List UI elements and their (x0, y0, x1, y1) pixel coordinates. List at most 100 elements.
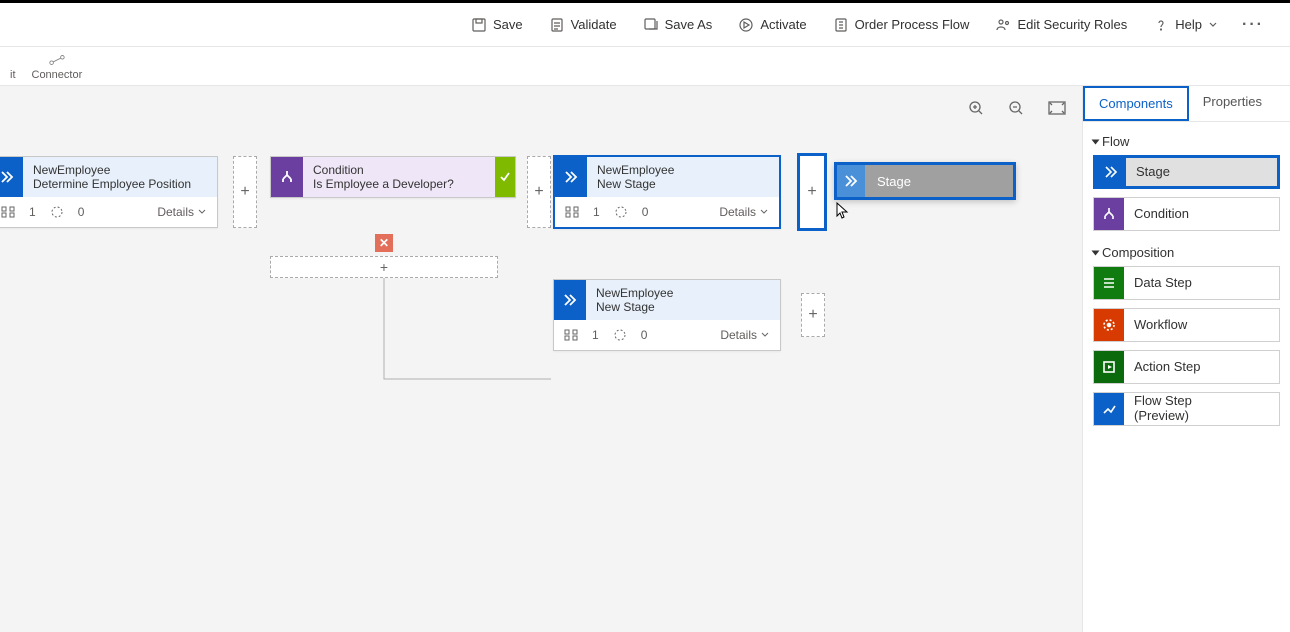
connector-line (383, 274, 553, 384)
more-button[interactable]: ··· (1232, 10, 1274, 40)
component-flow-step[interactable]: Flow Step (Preview) (1093, 392, 1280, 426)
section-flow[interactable]: Flow (1093, 128, 1280, 155)
secondary-ribbon: it Connector (0, 47, 1290, 86)
activate-button[interactable]: Activate (726, 11, 818, 39)
help-label: Help (1175, 17, 1202, 32)
flow-icon (1101, 401, 1117, 417)
validate-icon (549, 17, 565, 33)
stage-name: Determine Employee Position (33, 177, 207, 191)
condition-card[interactable]: Condition Is Employee a Developer? (270, 156, 516, 198)
zoom-in-button[interactable] (968, 100, 984, 116)
stage-card-2[interactable]: NewEmployee New Stage 1 0 Details (553, 155, 781, 229)
roles-icon (995, 17, 1011, 33)
details-toggle[interactable]: Details (720, 328, 770, 342)
entity-name: NewEmployee (33, 163, 207, 177)
design-canvas[interactable]: NewEmployee Determine Employee Position … (0, 86, 1082, 632)
drop-slot[interactable]: + (233, 156, 257, 228)
validate-label: Validate (571, 17, 617, 32)
save-button[interactable]: Save (459, 11, 535, 39)
edit-security-roles-button[interactable]: Edit Security Roles (983, 11, 1139, 39)
stage-icon-box (554, 280, 586, 320)
step-count: 1 (29, 205, 36, 219)
chevron-down-icon (1208, 17, 1218, 33)
drop-slot[interactable]: + (801, 293, 825, 337)
details-toggle[interactable]: Details (719, 205, 769, 219)
required-icon (613, 329, 627, 341)
save-icon (471, 17, 487, 33)
section-composition[interactable]: Composition (1093, 239, 1280, 266)
steps-icon (564, 329, 578, 341)
component-action-step[interactable]: Action Step (1093, 350, 1280, 384)
help-button[interactable]: Help (1141, 11, 1230, 39)
component-workflow[interactable]: Workflow (1093, 308, 1280, 342)
false-branch-badge: ✕ (375, 234, 393, 252)
ribbon-cut-label: it (10, 69, 16, 81)
stage-card-3[interactable]: NewEmployee New Stage 1 0 Details (553, 279, 781, 351)
command-bar: Save Validate Save As Activate Order Pro… (0, 3, 1290, 47)
stage-chevron-icon (843, 173, 859, 189)
ribbon-cut-truncated[interactable]: it (2, 69, 24, 85)
component-label: Data Step (1124, 276, 1192, 291)
required-count: 0 (642, 205, 649, 219)
drop-slot-horizontal[interactable]: + (270, 256, 498, 278)
check-icon (499, 169, 511, 185)
steps-icon (565, 206, 579, 218)
help-icon (1153, 17, 1169, 33)
drop-slot[interactable]: + (527, 156, 551, 228)
save-as-button[interactable]: Save As (631, 11, 725, 39)
ribbon-connector-label: Connector (32, 69, 83, 81)
stage-icon-box (555, 157, 587, 197)
details-label: Details (719, 205, 756, 219)
ribbon-connector[interactable]: Connector (24, 53, 91, 85)
details-toggle[interactable]: Details (157, 205, 207, 219)
stage-chevron-icon (0, 169, 15, 185)
save-label: Save (493, 17, 523, 32)
step-count: 1 (593, 205, 600, 219)
component-stage[interactable]: Stage (1093, 155, 1280, 189)
steps-icon (1, 206, 15, 218)
condition-title: Condition (313, 163, 485, 177)
stage-name: New Stage (596, 300, 770, 314)
cursor-pointer-icon (836, 202, 850, 220)
tab-properties[interactable]: Properties (1189, 86, 1276, 121)
order-process-flow-button[interactable]: Order Process Flow (821, 11, 982, 39)
stage-chevron-icon (1103, 164, 1119, 180)
component-label: Action Step (1124, 360, 1201, 375)
zoom-controls (968, 100, 1066, 116)
save-as-icon (643, 17, 659, 33)
required-icon (50, 206, 64, 218)
main-area: NewEmployee Determine Employee Position … (0, 86, 1290, 632)
required-icon (614, 206, 628, 218)
chevron-down-icon (197, 206, 207, 218)
chevron-down-icon (760, 329, 770, 341)
stage-name: New Stage (597, 177, 769, 191)
entity-name: NewEmployee (597, 163, 769, 177)
components-panel: Components Properties Flow Stage Conditi… (1082, 86, 1290, 632)
component-label: Stage (1126, 165, 1170, 180)
fit-screen-button[interactable] (1048, 100, 1066, 116)
tab-components[interactable]: Components (1083, 86, 1189, 121)
list-icon (1101, 275, 1117, 291)
drag-ghost-icon-box (837, 165, 865, 197)
required-count: 0 (78, 205, 85, 219)
condition-true-badge (495, 157, 515, 197)
component-condition[interactable]: Condition (1093, 197, 1280, 231)
details-label: Details (157, 205, 194, 219)
branch-icon (1101, 206, 1117, 222)
play-icon (1101, 359, 1117, 375)
stage-chevron-icon (562, 292, 578, 308)
condition-question: Is Employee a Developer? (313, 177, 485, 191)
workflow-icon (1101, 317, 1117, 333)
drag-ghost-stage: Stage (834, 162, 1016, 200)
details-label: Details (720, 328, 757, 342)
drag-ghost-label: Stage (865, 174, 911, 189)
required-count: 0 (641, 328, 648, 342)
zoom-out-button[interactable] (1008, 100, 1024, 116)
drop-slot-active[interactable]: + (797, 153, 827, 231)
component-data-step[interactable]: Data Step (1093, 266, 1280, 300)
component-label: Condition (1124, 207, 1189, 222)
stage-card-1[interactable]: NewEmployee Determine Employee Position … (0, 156, 218, 228)
save-as-label: Save As (665, 17, 713, 32)
branch-icon (279, 169, 295, 185)
validate-button[interactable]: Validate (537, 11, 629, 39)
